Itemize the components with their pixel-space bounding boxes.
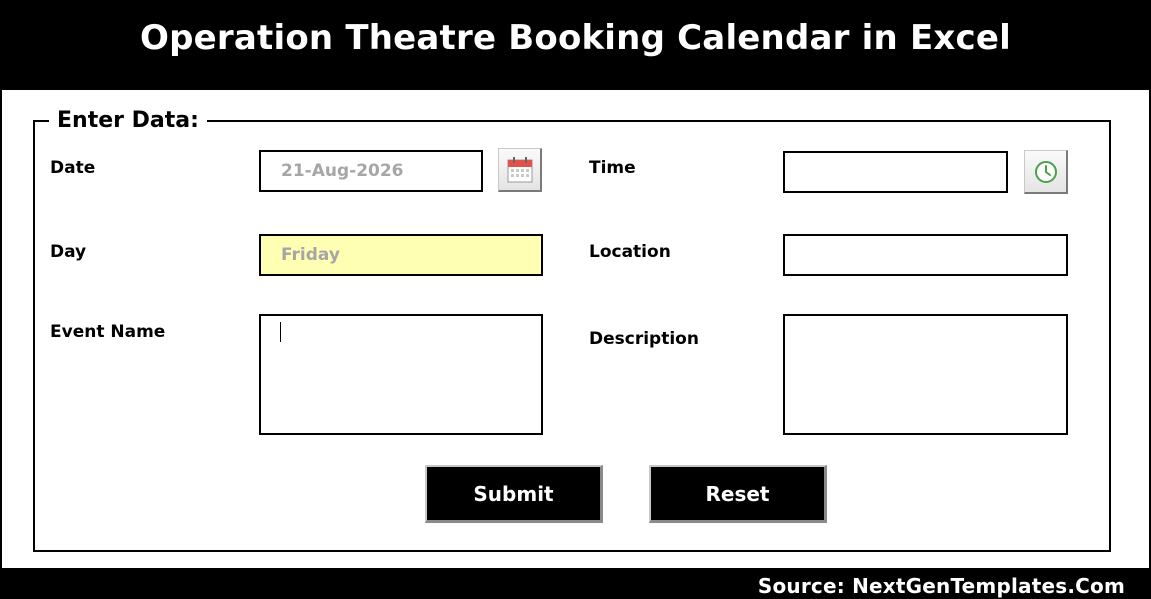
page-title: Operation Theatre Booking Calendar in Ex… — [2, 0, 1149, 90]
event-name-field[interactable] — [259, 314, 543, 435]
day-label: Day — [50, 242, 87, 262]
time-field[interactable] — [783, 151, 1008, 193]
event-name-label: Event Name — [50, 322, 166, 342]
calendar-icon — [507, 156, 532, 182]
location-label: Location — [589, 242, 671, 262]
time-picker-button[interactable] — [1024, 150, 1068, 194]
frame-legend: Enter Data: — [57, 108, 199, 133]
description-label: Description — [589, 329, 699, 349]
description-field[interactable] — [783, 314, 1068, 435]
submit-button[interactable]: Submit — [425, 465, 603, 523]
location-field[interactable] — [783, 234, 1068, 276]
date-field[interactable]: 21-Aug-2026 — [259, 150, 483, 192]
clock-icon — [1034, 160, 1057, 183]
day-field[interactable]: Friday — [259, 234, 543, 276]
time-label: Time — [589, 158, 636, 178]
date-picker-button[interactable] — [498, 148, 542, 192]
footer-bar: Source: NextGenTemplates.Com — [2, 568, 1149, 599]
date-label: Date — [50, 158, 96, 178]
reset-button[interactable]: Reset — [649, 465, 827, 523]
source-credit: Source: NextGenTemplates.Com — [757, 574, 1125, 598]
text-cursor — [280, 322, 281, 342]
